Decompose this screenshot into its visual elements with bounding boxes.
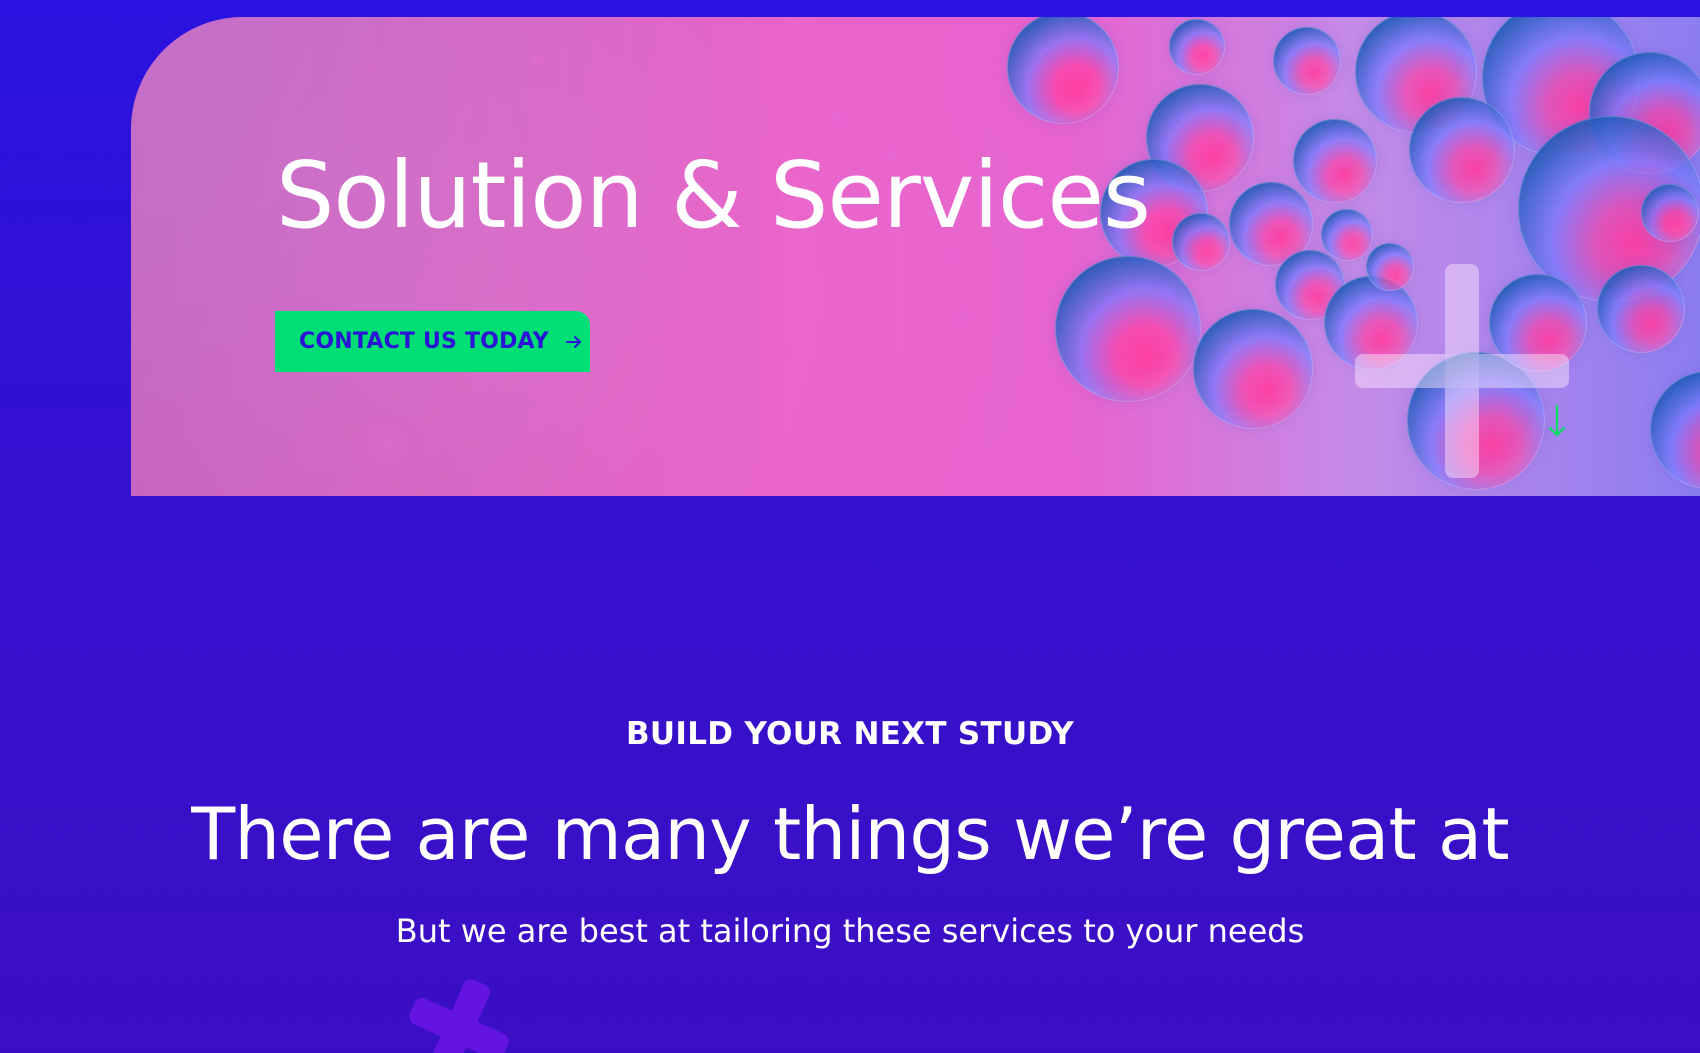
bubble xyxy=(1273,27,1341,95)
section-kicker: BUILD YOUR NEXT STUDY xyxy=(626,716,1074,752)
blurred-bubble xyxy=(771,344,789,362)
bubble xyxy=(1321,209,1373,261)
bubble xyxy=(1597,265,1685,353)
blurred-bubble xyxy=(366,62,380,76)
blurred-bubble xyxy=(819,100,855,136)
plus-icon xyxy=(392,962,527,1053)
hero-banner: Solution & Services CONTACT US TODAY xyxy=(131,17,1700,496)
section-heading: There are many things we’re great at xyxy=(191,792,1509,876)
bubble xyxy=(1409,97,1515,203)
arrow-right-icon xyxy=(565,335,581,348)
page-title: Solution & Services xyxy=(276,142,1151,249)
section-subheading: But we are best at tailoring these servi… xyxy=(395,912,1305,950)
blurred-bubble xyxy=(950,307,972,329)
blurred-bubble xyxy=(654,93,682,121)
blurred-bubble xyxy=(350,409,422,481)
contact-us-today-button[interactable]: CONTACT US TODAY xyxy=(275,311,590,372)
blurred-bubble xyxy=(643,317,673,347)
hero-background-glow xyxy=(131,17,1141,496)
bubble xyxy=(1193,309,1313,429)
bubble xyxy=(1641,184,1699,242)
blurred-bubble xyxy=(526,52,546,72)
contact-button-label: CONTACT US TODAY xyxy=(299,329,549,354)
bubble xyxy=(1055,256,1201,402)
plus-icon xyxy=(1355,264,1569,479)
page: Solution & Services CONTACT US TODAY BUI… xyxy=(0,0,1700,1053)
bubble xyxy=(1172,213,1230,271)
bubble xyxy=(1650,371,1700,489)
bubble xyxy=(1007,17,1119,124)
bubble xyxy=(1169,19,1225,75)
arrow-down-icon[interactable] xyxy=(1546,404,1568,440)
bubble xyxy=(1293,119,1377,203)
